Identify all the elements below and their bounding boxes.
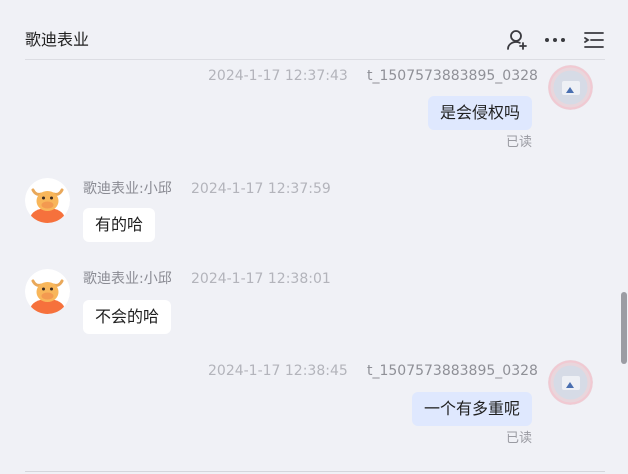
message-sender: 歌迪表业:小邱: [83, 181, 172, 197]
menu-list-icon[interactable]: [582, 28, 606, 52]
read-status: 已读: [506, 135, 533, 150]
message-bubble[interactable]: 有的哈: [83, 208, 156, 242]
message-timestamp: 2024-1-17 12:38:01: [191, 271, 331, 287]
input-divider: [25, 471, 605, 472]
chat-title: 歌迪表业: [25, 30, 90, 49]
shop-avatar[interactable]: [25, 269, 70, 314]
message-bubble[interactable]: 一个有多重呢: [412, 392, 533, 426]
message-timestamp: 2024-1-17 12:37:43: [208, 68, 348, 84]
add-user-icon[interactable]: [505, 28, 529, 52]
read-status: 已读: [506, 431, 533, 446]
message-bubble[interactable]: 不会的哈: [83, 300, 172, 334]
shop-avatar[interactable]: [25, 178, 70, 223]
message-sender: t_1507573883895_0328: [367, 68, 538, 84]
scrollbar-thumb[interactable]: [621, 292, 627, 364]
message-timestamp: 2024-1-17 12:38:45: [208, 363, 348, 379]
header-divider: [25, 59, 605, 60]
customer-avatar[interactable]: [548, 65, 593, 110]
message-sender: 歌迪表业:小邱: [83, 271, 172, 287]
more-icon[interactable]: [543, 28, 567, 52]
message-timestamp: 2024-1-17 12:37:59: [191, 181, 331, 197]
message-bubble[interactable]: 是会侵权吗: [428, 96, 533, 130]
chat-header: 歌迪表业: [0, 0, 628, 60]
customer-avatar[interactable]: [548, 360, 593, 405]
message-sender: t_1507573883895_0328: [367, 363, 538, 379]
